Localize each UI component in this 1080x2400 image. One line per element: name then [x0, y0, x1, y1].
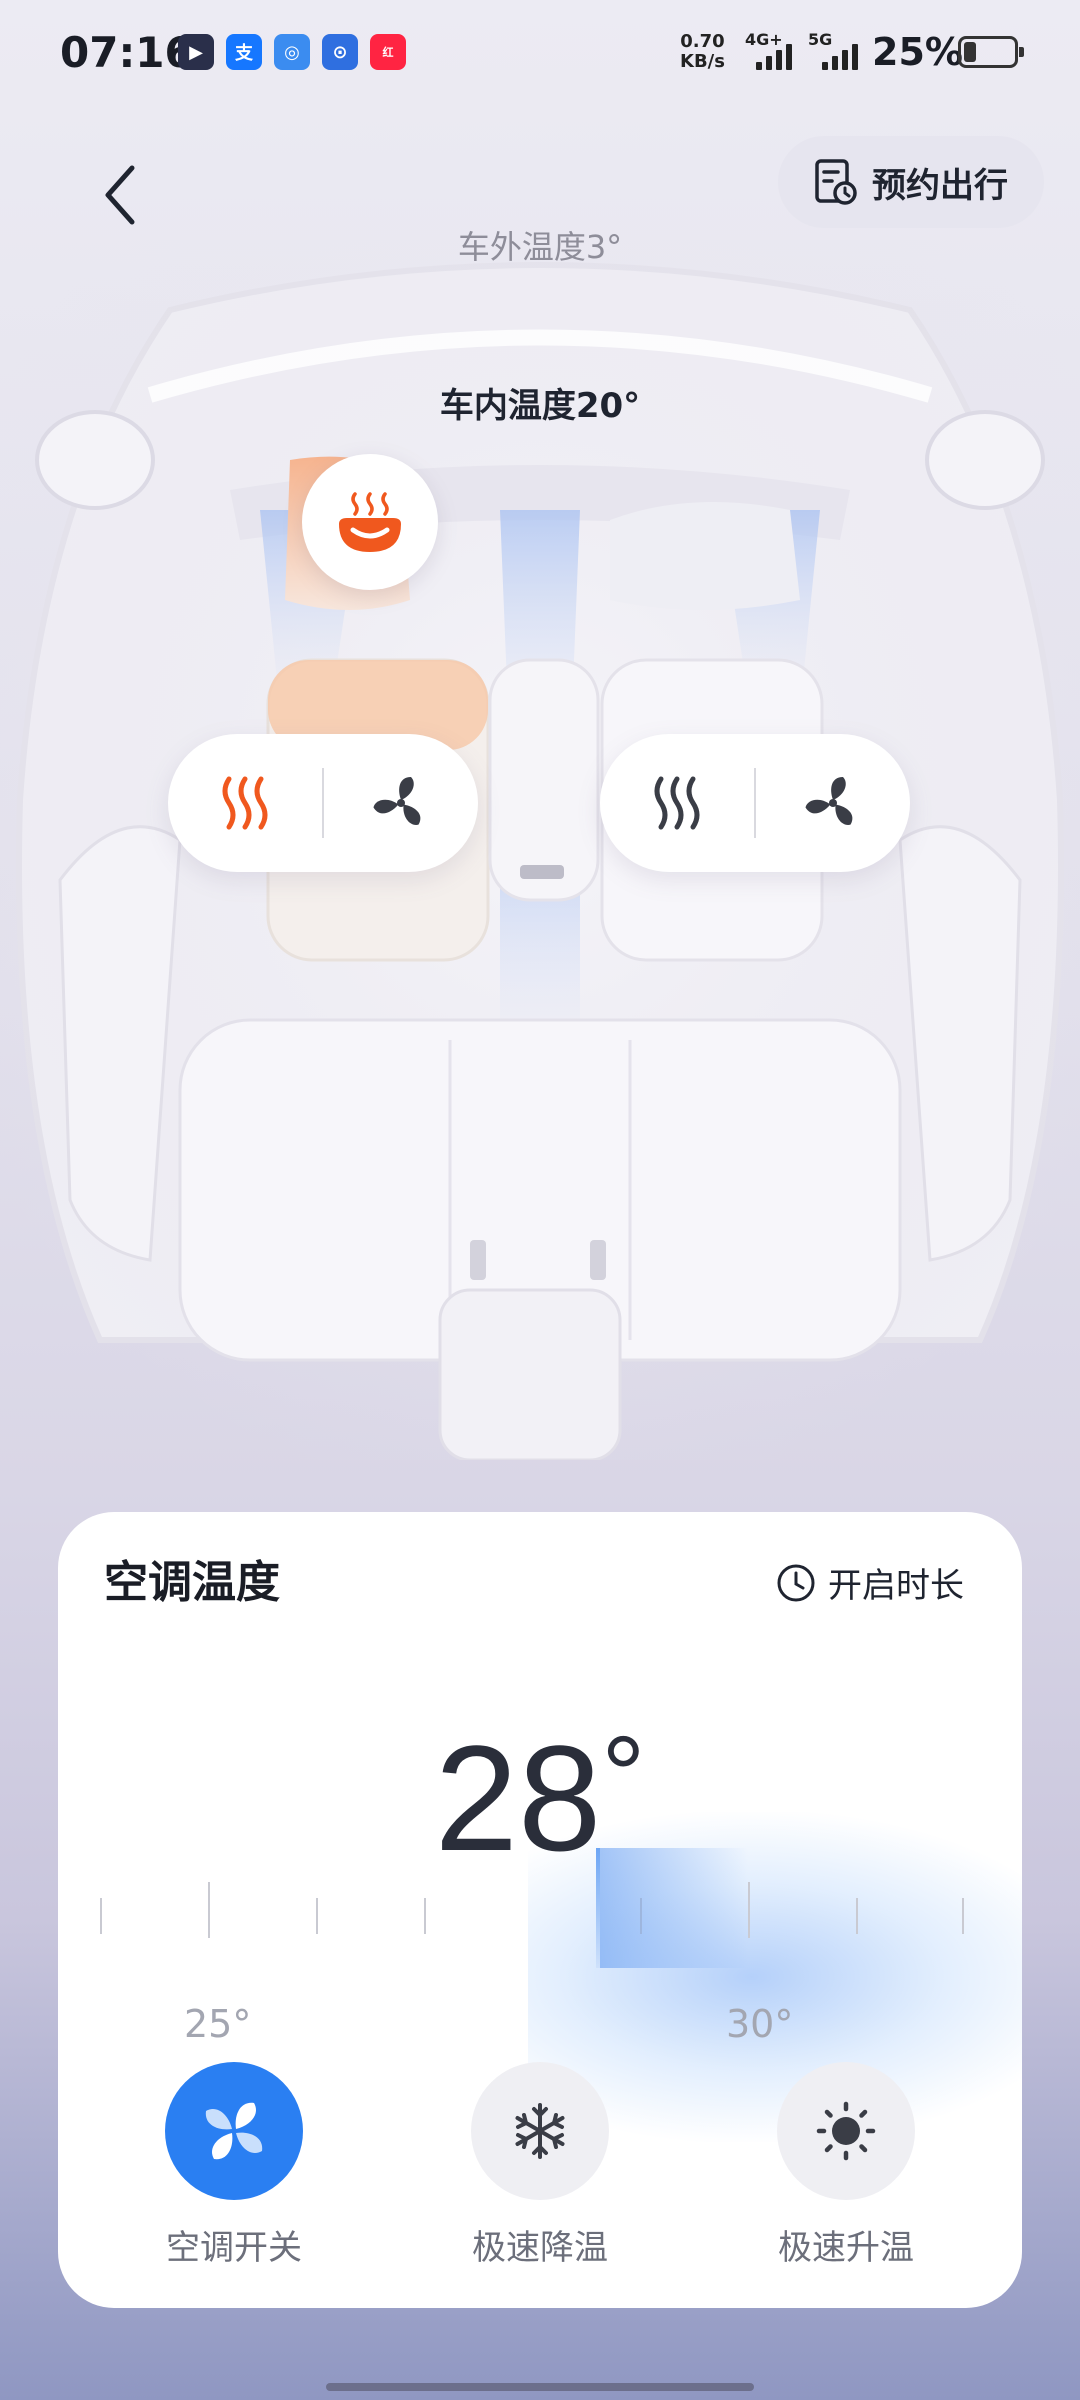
- inside-temperature: 车内温度20°: [439, 386, 641, 426]
- network-speed: 0.70 KB/s: [680, 32, 725, 72]
- passenger-seat-controls: [600, 734, 910, 872]
- temperature-value: 28: [434, 1714, 602, 1882]
- reserve-trip-button[interactable]: 预约出行: [778, 136, 1044, 228]
- ac-temperature-card: 空调温度 开启时长 28° 25° 30° 空调开关 极速降温 极速升温: [58, 1512, 1022, 2308]
- steering-wheel-heat-icon: [339, 492, 401, 552]
- rapid-heat-button[interactable]: 极速升温: [756, 2062, 936, 2269]
- battery-percent: 25%: [872, 30, 963, 74]
- ac-power-label: 空调开关: [166, 2228, 302, 2268]
- snowflake-icon: [515, 2103, 565, 2159]
- xiaohongshu-icon: 红: [370, 34, 406, 70]
- alipay-icon: 支: [226, 34, 262, 70]
- slider-glow: [598, 1848, 748, 1968]
- card-title: 空调温度: [104, 1557, 280, 1608]
- status-bar: 07:16 ▶ 支 ◎ ⊙ 红 0.70 KB/s 4G+ 5G 25%: [0, 0, 1080, 110]
- battery-icon: [958, 36, 1024, 68]
- steering-wheel-heat-button[interactable]: [302, 454, 438, 590]
- reserve-trip-label: 预约出行: [872, 165, 1008, 206]
- slider-indicator[interactable]: [596, 1848, 600, 1968]
- signal-bars-1: [756, 44, 792, 70]
- seat-fan-icon: [805, 777, 853, 825]
- scale-tick: [208, 1882, 210, 1938]
- scale-tick: [424, 1898, 426, 1934]
- home-indicator[interactable]: [326, 2383, 754, 2391]
- notification-icons: ▶ 支 ◎ ⊙ 红: [178, 34, 406, 70]
- signal-bars-2: [822, 44, 858, 70]
- run-duration-label: 开启时长: [828, 1566, 964, 1606]
- play-app-icon: ▶: [178, 34, 214, 70]
- chevron-left-icon: [105, 165, 135, 225]
- target-temperature: 28°: [58, 1712, 1022, 1885]
- rapid-cool-label: 极速降温: [472, 2228, 608, 2268]
- temperature-unit: °: [601, 1714, 646, 1837]
- rapid-heat-label: 极速升温: [778, 2228, 914, 2268]
- driver-seat-ventilation-button[interactable]: [324, 734, 478, 872]
- clock-icon: [777, 1564, 815, 1601]
- driver-seat-heat-button[interactable]: [168, 734, 322, 872]
- temperature-slider[interactable]: [100, 1848, 980, 1982]
- ac-power-circle: [165, 2062, 303, 2200]
- net-speed-unit: KB/s: [680, 51, 725, 72]
- sun-icon: [816, 2101, 876, 2161]
- schedule-icon: [815, 159, 857, 205]
- driver-seat-controls: [168, 734, 478, 872]
- status-time: 07:16: [60, 28, 194, 77]
- scale-tick: [856, 1898, 858, 1934]
- passenger-seat-ventilation-button[interactable]: [756, 734, 910, 872]
- nfc-app-icon: ⊙: [322, 34, 358, 70]
- scale-tick: [100, 1898, 102, 1934]
- browser-icon: ◎: [274, 34, 310, 70]
- run-duration-button[interactable]: 开启时长: [776, 1558, 964, 1607]
- seat-heat-icon: [654, 776, 700, 830]
- net-speed-value: 0.70: [680, 31, 725, 52]
- seat-fan-icon: [373, 777, 421, 825]
- fan-icon: [205, 2102, 263, 2160]
- outside-temperature: 车外温度3°: [457, 228, 623, 266]
- scale-min-label: 25°: [184, 2002, 252, 2046]
- scale-tick: [962, 1898, 964, 1934]
- rapid-cool-button[interactable]: 极速降温: [450, 2062, 630, 2269]
- rapid-cool-circle: [471, 2062, 609, 2200]
- back-button[interactable]: [92, 160, 152, 230]
- passenger-seat-heat-button[interactable]: [600, 734, 754, 872]
- seat-heat-icon: [222, 776, 268, 830]
- rapid-heat-circle: [777, 2062, 915, 2200]
- scale-max-label: 30°: [726, 2002, 794, 2046]
- scale-tick: [316, 1898, 318, 1934]
- ac-power-button[interactable]: 空调开关: [144, 2062, 324, 2269]
- scale-tick: [748, 1882, 750, 1938]
